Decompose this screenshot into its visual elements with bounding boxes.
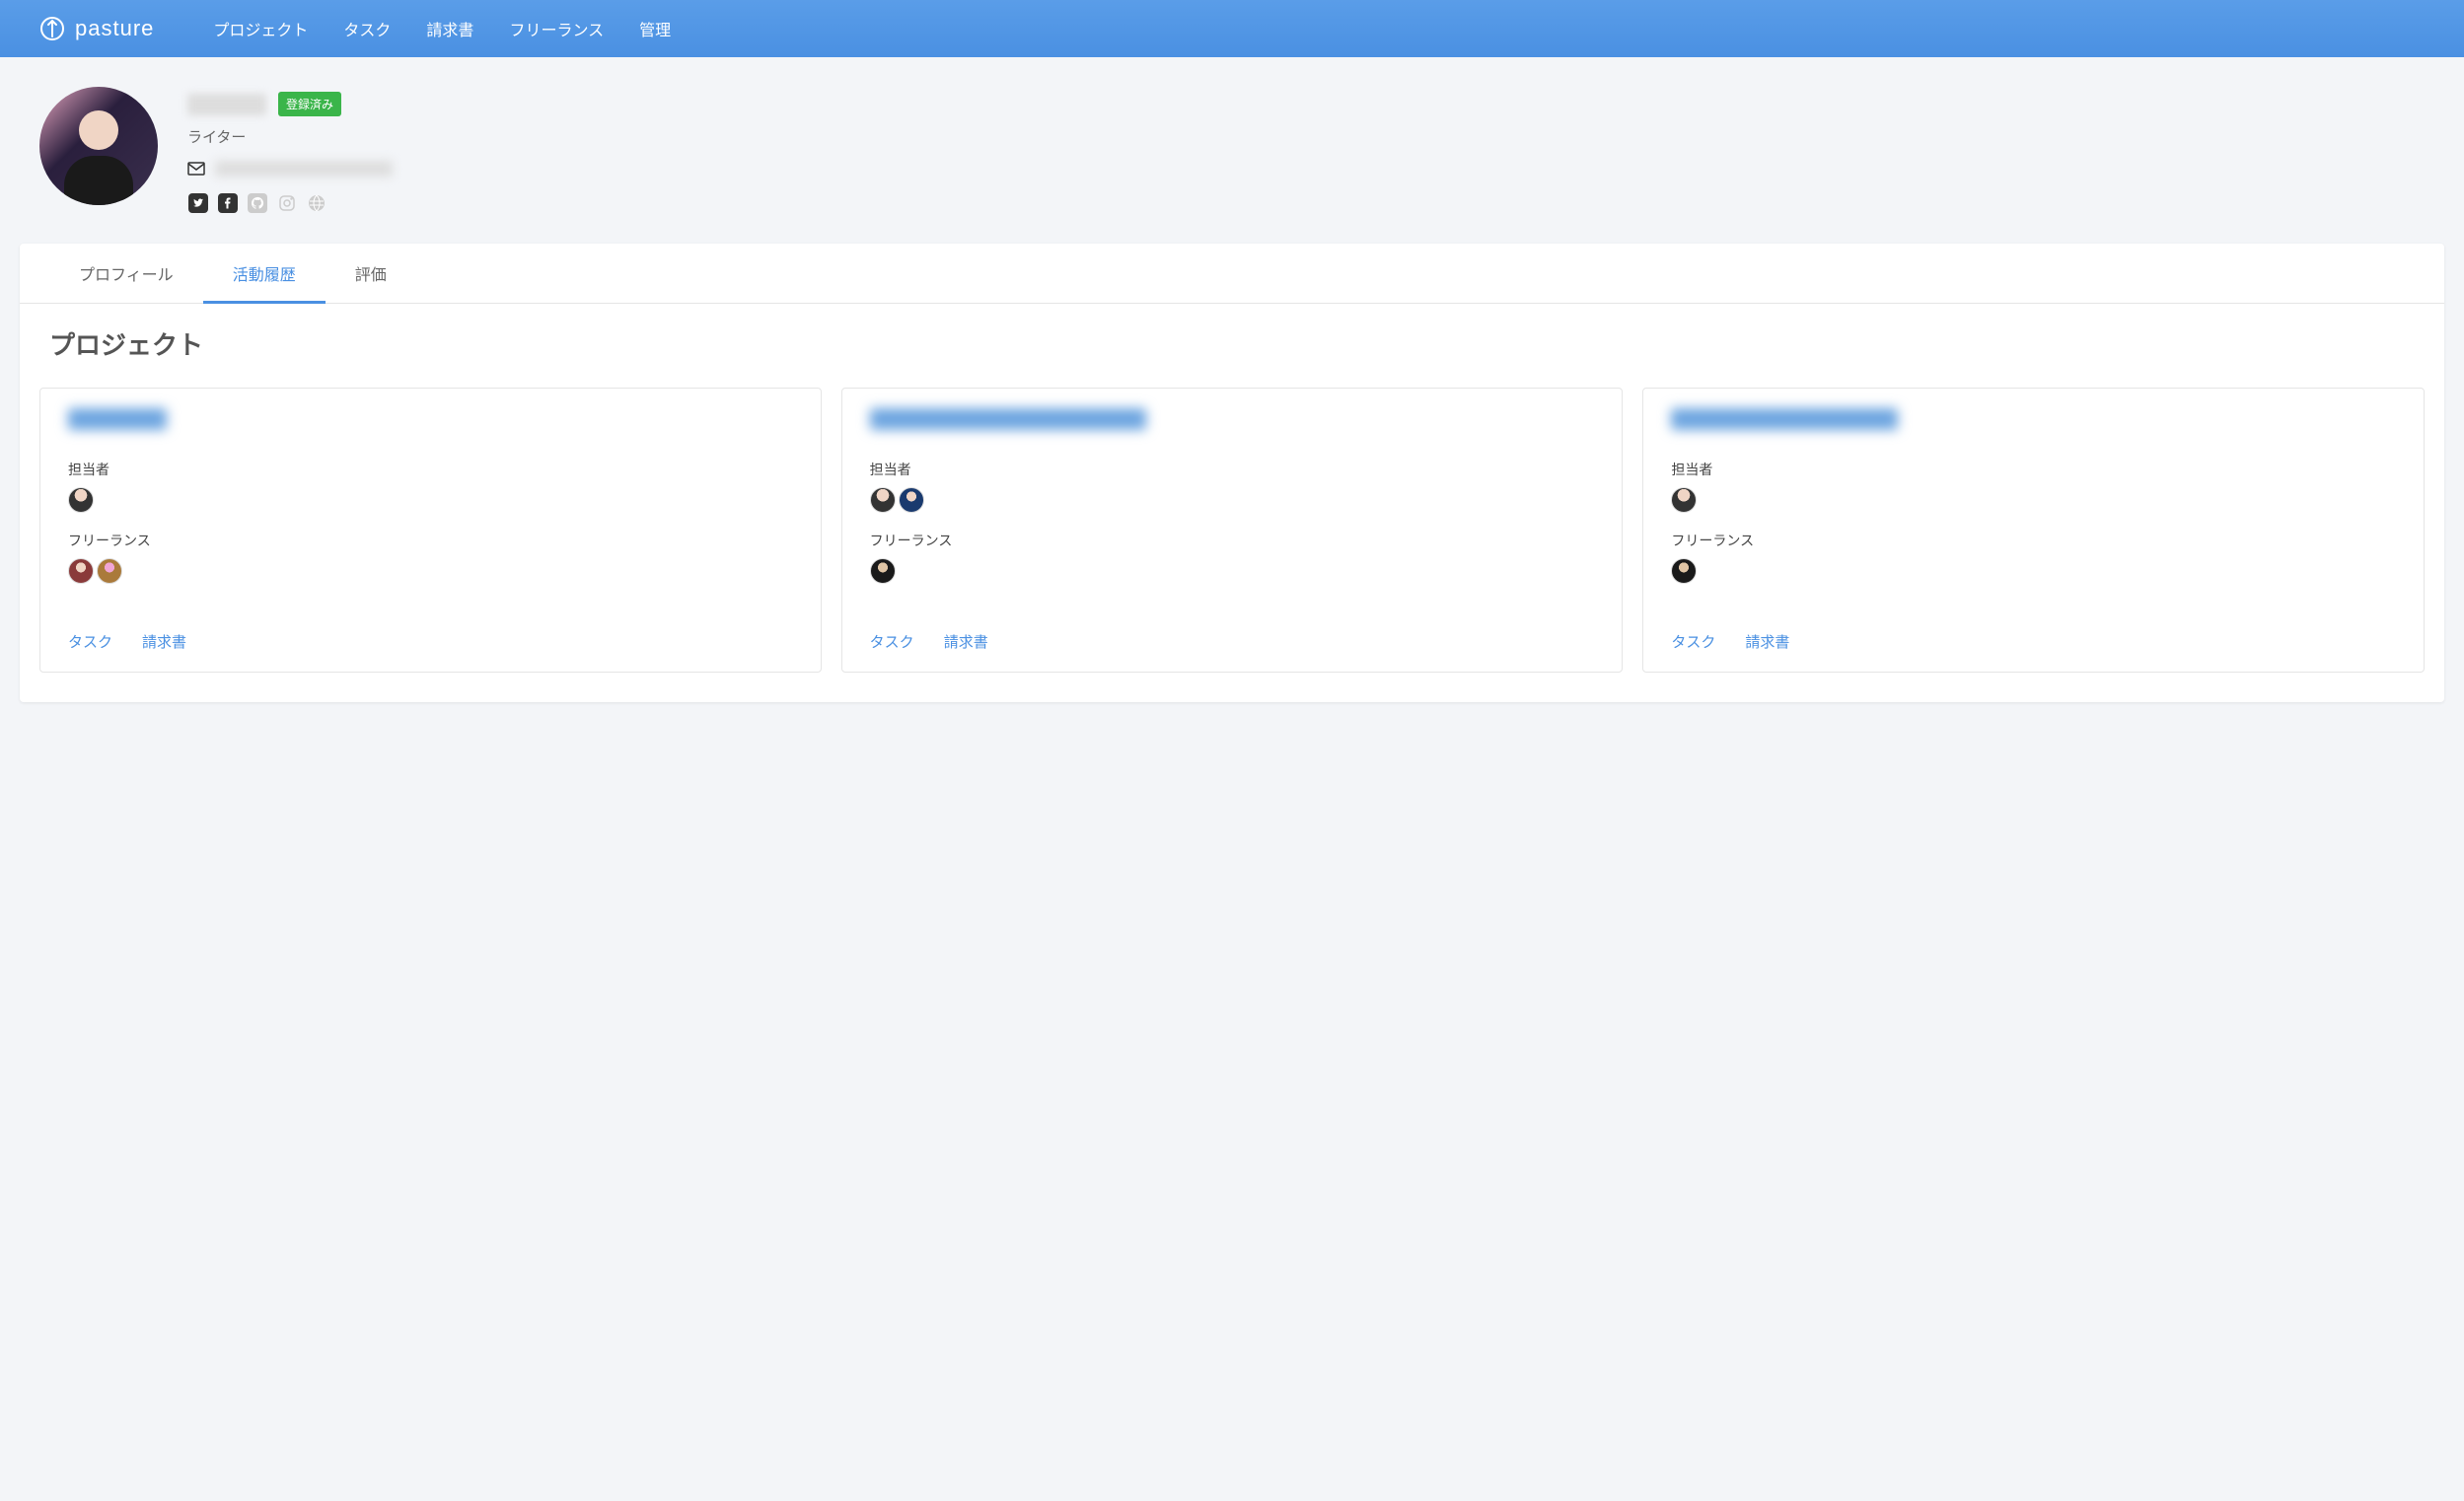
status-badge: 登録済み xyxy=(278,92,341,116)
card-task-link[interactable]: タスク xyxy=(1671,631,1715,652)
assignee-avatars xyxy=(1671,487,2396,513)
avatar[interactable] xyxy=(1671,487,1697,513)
profile-email-redacted xyxy=(215,161,393,177)
email-icon xyxy=(187,162,205,176)
assignee-avatars xyxy=(68,487,793,513)
nav-admin[interactable]: 管理 xyxy=(639,17,671,40)
freelance-label: フリーランス xyxy=(68,531,793,550)
freelance-avatars xyxy=(1671,558,2396,584)
instagram-icon[interactable] xyxy=(276,192,298,214)
card-task-link[interactable]: タスク xyxy=(870,631,914,652)
assignee-label: 担当者 xyxy=(68,460,793,479)
nav-freelance[interactable]: フリーランス xyxy=(509,17,604,40)
brand-logo[interactable]: pasture xyxy=(39,16,154,41)
card-invoice-link[interactable]: 請求書 xyxy=(944,631,988,652)
profile-info: 登録済み ライター xyxy=(187,87,393,214)
tab-profile[interactable]: プロフィール xyxy=(49,244,203,303)
profile-role: ライター xyxy=(187,126,393,147)
avatar[interactable] xyxy=(97,558,122,584)
project-title-redacted[interactable] xyxy=(1671,408,1898,430)
content-panel: プロフィール 活動履歴 評価 プロジェクト 担当者 フリーランス タスク 請求書 xyxy=(20,244,2444,702)
freelance-label: フリーランス xyxy=(1671,531,2396,550)
github-icon[interactable] xyxy=(247,192,268,214)
app-header: pasture プロジェクト タスク 請求書 フリーランス 管理 xyxy=(0,0,2464,57)
brand-text: pasture xyxy=(75,16,154,41)
project-title-redacted[interactable] xyxy=(870,408,1146,430)
globe-icon[interactable] xyxy=(306,192,327,214)
avatar[interactable] xyxy=(899,487,924,513)
project-card: 担当者 フリーランス タスク 請求書 xyxy=(1642,388,2425,673)
card-task-link[interactable]: タスク xyxy=(68,631,112,652)
tab-evaluation[interactable]: 評価 xyxy=(326,244,416,303)
project-cards: 担当者 フリーランス タスク 請求書 担当者 フリーランス xyxy=(20,372,2444,702)
avatar[interactable] xyxy=(68,487,94,513)
nav-invoices[interactable]: 請求書 xyxy=(426,17,473,40)
avatar[interactable] xyxy=(870,558,896,584)
tab-activity[interactable]: 活動履歴 xyxy=(203,244,326,303)
twitter-icon[interactable] xyxy=(187,192,209,214)
project-title-redacted[interactable] xyxy=(68,408,167,430)
avatar[interactable] xyxy=(1671,558,1697,584)
main-nav: プロジェクト タスク 請求書 フリーランス 管理 xyxy=(213,17,671,40)
freelance-avatars xyxy=(870,558,1595,584)
avatar[interactable] xyxy=(68,558,94,584)
card-invoice-link[interactable]: 請求書 xyxy=(1745,631,1789,652)
card-invoice-link[interactable]: 請求書 xyxy=(142,631,186,652)
section-title: プロジェクト xyxy=(20,304,2444,372)
social-links xyxy=(187,192,393,214)
nav-tasks[interactable]: タスク xyxy=(343,17,391,40)
profile-header: 登録済み ライター xyxy=(0,57,2464,224)
tab-bar: プロフィール 活動履歴 評価 xyxy=(20,244,2444,304)
profile-name-redacted xyxy=(187,94,266,115)
freelance-avatars xyxy=(68,558,793,584)
brand-icon xyxy=(39,16,65,41)
avatar[interactable] xyxy=(870,487,896,513)
nav-projects[interactable]: プロジェクト xyxy=(213,17,308,40)
freelance-label: フリーランス xyxy=(870,531,1595,550)
facebook-icon[interactable] xyxy=(217,192,239,214)
assignee-label: 担当者 xyxy=(870,460,1595,479)
profile-avatar[interactable] xyxy=(39,87,158,205)
project-card: 担当者 フリーランス タスク 請求書 xyxy=(841,388,1624,673)
project-card: 担当者 フリーランス タスク 請求書 xyxy=(39,388,822,673)
assignee-avatars xyxy=(870,487,1595,513)
assignee-label: 担当者 xyxy=(1671,460,2396,479)
